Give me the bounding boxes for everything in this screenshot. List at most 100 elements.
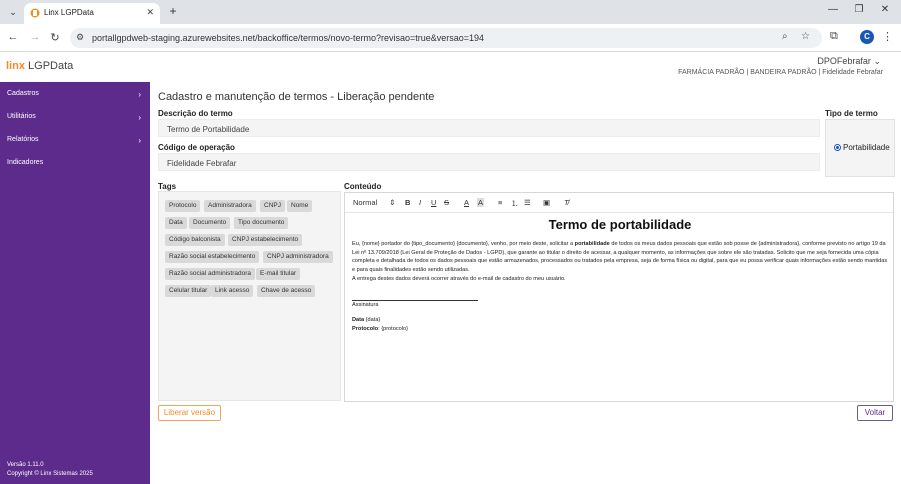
tag-email-titular[interactable]: E-mail titular xyxy=(256,268,301,280)
url-text[interactable]: portallgpdweb-staging.azurewebsites.net/… xyxy=(92,33,484,43)
user-menu[interactable]: DPOFebrafar ⌄ xyxy=(817,56,881,67)
voltar-button[interactable]: Voltar xyxy=(857,405,893,421)
site-info-icon[interactable]: ⚙ xyxy=(76,32,84,43)
image-icon[interactable]: ▣ xyxy=(543,198,550,207)
codigo-label: Código de operação xyxy=(158,143,235,152)
main-content: Cadastro e manutenção de termos - Libera… xyxy=(150,82,901,484)
browser-menu-icon[interactable]: ⋮ xyxy=(882,30,893,43)
editor-toolbar: Normal ⇕ B I U S A A ≡ ⒈ ☰ ▣ T̸ xyxy=(345,193,893,213)
tag-cnpj-estabelecimento[interactable]: CNPJ estabelecimento xyxy=(228,234,303,246)
tag-documento[interactable]: Documento xyxy=(189,217,231,229)
sidebar-item-label: Indicadores xyxy=(7,159,44,166)
text-color-icon[interactable]: A xyxy=(464,198,469,207)
protocolo-value: : {protocolo} xyxy=(378,325,408,332)
tab-title: Linx LGPData xyxy=(44,8,94,17)
tag-celular-titular[interactable]: Celular titular xyxy=(165,285,212,297)
chevron-right-icon: › xyxy=(138,113,141,122)
tab-close-icon[interactable]: ✕ xyxy=(146,7,154,18)
tags-panel: Protocolo Administradora CNPJ Nome Data … xyxy=(158,191,341,401)
document-paragraph: Eu, {nome} portador do {tipo_documento} … xyxy=(352,240,888,275)
ordered-list-icon[interactable]: ⒈ xyxy=(511,198,519,209)
maximize-icon[interactable]: ❐ xyxy=(852,4,866,15)
conteudo-label: Conteúdo xyxy=(344,182,382,191)
app-version: Versão 1.11.0 xyxy=(7,462,44,468)
underline-icon[interactable]: U xyxy=(431,198,436,207)
sidebar-item-label: Relatórios xyxy=(7,136,39,143)
chevron-right-icon: › xyxy=(138,90,141,99)
format-select-value: Normal xyxy=(353,198,378,207)
sidebar-item-relatorios[interactable]: Relatórios › xyxy=(7,136,143,145)
new-tab-icon[interactable]: + xyxy=(166,4,180,18)
document-title: Termo de portabilidade xyxy=(548,217,692,232)
sidebar-item-label: Utilitários xyxy=(7,113,36,120)
browser-toolbar: ← → ↻ ⚙ portallgpdweb-staging.azurewebsi… xyxy=(0,24,901,52)
close-window-icon[interactable]: ✕ xyxy=(878,4,892,15)
tag-chave-de-acesso[interactable]: Chave de acesso xyxy=(257,285,316,297)
tag-cnpj-administradora[interactable]: CNPJ administradora xyxy=(263,251,333,263)
strikethrough-icon[interactable]: S xyxy=(444,198,449,207)
sidebar-item-cadastros[interactable]: Cadastros › xyxy=(7,90,143,99)
background-color-icon[interactable]: A xyxy=(477,198,485,207)
tab-search-icon[interactable]: ⌄ xyxy=(6,5,20,19)
tags-label: Tags xyxy=(158,182,177,191)
descricao-label: Descrição do termo xyxy=(158,109,233,118)
user-name: DPOFebrafar xyxy=(817,56,871,66)
favicon-icon xyxy=(30,8,40,18)
protocolo-label: Protocolo xyxy=(352,325,379,332)
tag-data[interactable]: Data xyxy=(165,217,187,229)
clear-format-icon[interactable]: T̸ xyxy=(564,198,569,207)
italic-icon[interactable]: I xyxy=(419,198,421,207)
logo-product: LGPData xyxy=(28,60,74,72)
tag-nome[interactable]: Nome xyxy=(287,200,313,212)
document-body[interactable]: Termo de portabilidade Eu, {nome} portad… xyxy=(352,217,888,334)
tag-protocolo[interactable]: Protocolo xyxy=(165,200,201,212)
app-logo: linx LGPData xyxy=(6,60,73,72)
protocolo-line: Protocolo: {protocolo} xyxy=(352,325,888,334)
browser-tab[interactable]: Linx LGPData ✕ xyxy=(24,3,160,24)
browser-tabbar: ⌄ Linx LGPData ✕ + — ❐ ✕ xyxy=(0,0,901,24)
tag-razao-social-administradora[interactable]: Razão social administradora xyxy=(165,268,256,280)
tag-codigo-balconista[interactable]: Código balconista xyxy=(165,234,225,246)
format-select[interactable]: Normal ⇕ xyxy=(353,198,396,207)
bold-icon[interactable]: B xyxy=(405,198,410,207)
align-icon[interactable]: ≡ xyxy=(498,198,502,207)
forward-icon[interactable]: → xyxy=(28,31,42,43)
bullet-list-icon[interactable]: ☰ xyxy=(524,198,531,207)
extensions-icon[interactable]: ⧉ xyxy=(830,30,838,43)
address-bar[interactable]: ⚙ portallgpdweb-staging.azurewebsites.ne… xyxy=(70,28,822,48)
app-header: linx LGPData DPOFebrafar ⌄ FARMÁCIA PADR… xyxy=(0,52,901,82)
content-editor[interactable]: Normal ⇕ B I U S A A ≡ ⒈ ☰ ▣ T̸ Termo de… xyxy=(344,192,894,402)
chevron-right-icon: › xyxy=(138,136,141,145)
sidebar-item-indicadores[interactable]: Indicadores xyxy=(7,159,143,166)
paragraph-text-start: Eu, {nome} portador do {tipo_documento} … xyxy=(352,241,575,247)
back-icon[interactable]: ← xyxy=(6,31,20,43)
tag-administradora[interactable]: Administradora xyxy=(204,200,256,212)
data-line: Data {data} xyxy=(352,316,888,325)
sidebar: Cadastros › Utilitários › Relatórios › Indi… xyxy=(0,82,150,484)
portabilidade-label[interactable]: Portabilidade xyxy=(843,143,890,152)
descricao-field[interactable]: Termo de Portabilidade xyxy=(158,119,820,137)
signature-label: Assinatura xyxy=(352,301,379,308)
sidebar-item-label: Cadastros xyxy=(7,90,39,97)
tag-link-acesso[interactable]: Link acesso xyxy=(211,285,254,297)
sidebar-item-utilitarios[interactable]: Utilitários › xyxy=(7,113,143,122)
select-arrows-icon: ⇕ xyxy=(389,198,396,207)
tag-cnpj[interactable]: CNPJ xyxy=(260,200,285,212)
zoom-icon[interactable]: ⌕ xyxy=(782,31,788,42)
logo-brand: linx xyxy=(6,60,25,72)
codigo-field[interactable]: Fidelidade Febrafar xyxy=(158,153,820,171)
tipo-label: Tipo de termo xyxy=(825,109,878,118)
bookmark-star-icon[interactable]: ☆ xyxy=(801,31,810,42)
page-title: Cadastro e manutenção de termos - Libera… xyxy=(158,91,435,103)
company-info: FARMÁCIA PADRÃO | BANDEIRA PADRÃO | Fide… xyxy=(678,69,883,76)
data-label: Data xyxy=(352,317,365,324)
profile-avatar[interactable]: C xyxy=(860,30,874,44)
portabilidade-radio[interactable] xyxy=(834,144,841,151)
chevron-down-icon: ⌄ xyxy=(873,56,881,66)
tag-razao-social-estabelecimento[interactable]: Razão social estabelecimento xyxy=(165,251,260,263)
data-value: {data} xyxy=(364,317,381,324)
minimize-icon[interactable]: — xyxy=(826,4,840,15)
liberar-versao-button[interactable]: Liberar versão xyxy=(158,405,221,421)
tag-tipo-documento[interactable]: Tipo documento xyxy=(234,217,289,229)
reload-icon[interactable]: ↻ xyxy=(48,31,62,44)
